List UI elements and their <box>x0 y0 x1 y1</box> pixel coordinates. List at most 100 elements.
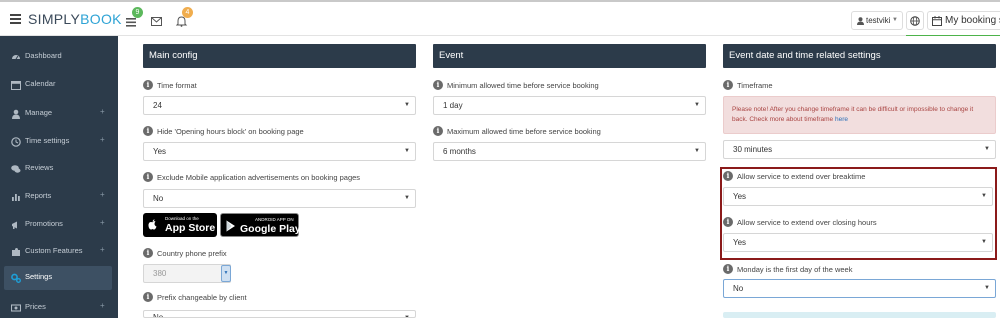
puzzle-icon <box>12 248 20 256</box>
expand-plus-icon[interactable]: + <box>100 107 105 116</box>
sidebar-item-label: Dashboard <box>25 51 62 60</box>
top-bar: SIMPLYBOOK 9 4 testviki ▼ My booking s <box>0 0 1000 39</box>
sidebar-item-reviews[interactable]: Reviews <box>0 157 118 181</box>
info-icon[interactable]: i <box>143 248 153 258</box>
calendar-icon <box>11 81 21 90</box>
time-format-select[interactable]: 24 ▼ <box>143 96 416 115</box>
phone-prefix-input[interactable]: 380 <box>143 264 231 283</box>
event-panel: Event i Minimum allowed time before servi… <box>433 44 706 161</box>
expand-plus-icon[interactable]: + <box>100 245 105 254</box>
sidebar-item-custom-features[interactable]: Custom Features + <box>0 240 118 264</box>
chevron-down-icon: ▼ <box>404 195 410 201</box>
app-store-small-text: Download on the <box>165 216 199 221</box>
notice-text: Please note! After you change timeframe … <box>732 106 974 123</box>
sidebar-item-label: Reports <box>25 191 52 200</box>
gears-icon <box>11 273 21 283</box>
user-menu-button[interactable]: testviki ▼ <box>851 11 903 30</box>
sidebar-item-promotions[interactable]: Promotions + <box>0 213 118 237</box>
sidebar-item-reports[interactable]: Reports + <box>0 185 118 209</box>
min-time-select[interactable]: 1 day ▼ <box>433 96 706 115</box>
chevron-down-icon: ▼ <box>694 148 700 154</box>
min-time-label: i Minimum allowed time before service boo… <box>433 80 599 90</box>
tasks-button[interactable]: 9 <box>126 7 143 27</box>
user-icon <box>12 109 20 119</box>
timeframe-select[interactable]: 30 minutes ▼ <box>723 140 996 159</box>
chevron-down-icon: ▼ <box>981 239 987 245</box>
sidebar-item-label: Reviews <box>25 163 54 172</box>
hamburger-menu-icon[interactable] <box>10 14 21 24</box>
prefix-changeable-label: i Prefix changeable by client <box>143 292 247 302</box>
breaktime-label: i Allow service to extend over breaktime <box>723 171 865 181</box>
hide-opening-hours-select[interactable]: Yes ▼ <box>143 142 416 161</box>
monday-first-label: i Monday is the first day of the week <box>723 264 852 274</box>
chevron-down-icon: ▼ <box>404 315 410 318</box>
event-date-time-panel: Event date and time related settings i Ti… <box>720 44 997 318</box>
money-icon <box>11 304 21 312</box>
info-icon[interactable]: i <box>433 80 443 90</box>
closing-hours-select[interactable]: Yes ▼ <box>723 233 993 252</box>
notifications-button[interactable]: 4 <box>175 7 193 27</box>
clock-icon <box>11 137 21 147</box>
expand-plus-icon[interactable]: + <box>100 218 105 227</box>
info-icon[interactable]: i <box>143 126 153 136</box>
exclude-mobile-ads-select[interactable]: No ▼ <box>143 189 416 208</box>
sidebar-item-label: Calendar <box>25 79 56 88</box>
panel-title: Main config <box>143 44 416 68</box>
info-icon[interactable]: i <box>143 80 153 90</box>
panel-title: Event <box>433 44 706 68</box>
info-icon[interactable]: i <box>143 292 153 302</box>
chevron-down-icon: ▼ <box>694 102 700 108</box>
info-icon[interactable]: i <box>433 126 443 136</box>
panel-title: Event date and time related settings <box>723 44 996 68</box>
globe-icon <box>910 16 920 26</box>
messages-button[interactable] <box>151 14 163 26</box>
sidebar-item-time-settings[interactable]: Time settings + <box>0 130 118 154</box>
main-config-panel: Main config i Time format 24 ▼ i Hide 'Open… <box>143 44 416 318</box>
time-format-label: i Time format <box>143 80 197 90</box>
app-store-badge[interactable]: Download on the App Store <box>143 213 217 237</box>
logo-text-book: BOOK <box>80 11 122 27</box>
monday-first-select[interactable]: No ▼ <box>723 279 996 298</box>
sidebar-item-manage[interactable]: Manage + <box>0 102 118 126</box>
user-name: testviki <box>866 16 891 25</box>
max-time-select[interactable]: 6 months ▼ <box>433 142 706 161</box>
info-icon[interactable]: i <box>723 264 733 274</box>
prefix-changeable-select[interactable]: No ▼ <box>143 310 416 318</box>
info-icon[interactable]: i <box>723 171 733 181</box>
sidebar-item-label: Custom Features <box>25 246 83 255</box>
hide-opening-hours-label: i Hide 'Opening hours block' on booking p… <box>143 126 304 136</box>
sidebar-item-calendar[interactable]: Calendar <box>0 73 118 97</box>
max-time-label: i Maximum allowed time before service boo… <box>433 126 601 136</box>
chevron-down-icon: ▼ <box>984 285 990 291</box>
timeframe-warning: Please note! After you change timeframe … <box>723 96 996 134</box>
sidebar-item-dashboard[interactable]: Dashboard <box>0 45 118 69</box>
sidebar-item-label: Promotions <box>25 219 63 228</box>
prefix-dropdown-toggle[interactable]: ▼ <box>221 265 231 282</box>
expand-plus-icon[interactable]: + <box>100 190 105 199</box>
info-icon[interactable]: i <box>723 80 733 90</box>
timeframe-label: i Timeframe <box>723 80 773 90</box>
list-icon <box>126 18 136 27</box>
app-logo[interactable]: SIMPLYBOOK <box>28 11 122 27</box>
sidebar-item-label: Prices <box>25 302 46 311</box>
bullhorn-icon <box>12 221 17 229</box>
sidebar-item-prices[interactable]: Prices + <box>0 296 118 318</box>
info-icon[interactable]: i <box>143 172 153 182</box>
tasks-badge: 9 <box>132 7 143 18</box>
sidebar-item-settings[interactable]: Settings <box>4 266 112 290</box>
google-play-badge[interactable]: ANDROID APP ON Google Play <box>220 213 301 237</box>
expand-plus-icon[interactable]: + <box>100 135 105 144</box>
info-strip <box>723 312 996 318</box>
timeframe-help-link[interactable]: here <box>835 116 848 123</box>
sidebar-item-label: Time settings <box>25 136 70 145</box>
info-icon[interactable]: i <box>723 217 733 227</box>
google-play-icon <box>226 220 235 232</box>
google-play-big-text: Google Play <box>240 223 301 235</box>
calendar-icon <box>932 16 942 26</box>
my-booking-site-button[interactable]: My booking s <box>927 11 1000 30</box>
exclude-mobile-ads-label: i Exclude Mobile application advertisemen… <box>143 172 360 182</box>
expand-plus-icon[interactable]: + <box>100 301 105 310</box>
breaktime-select[interactable]: Yes ▼ <box>723 187 993 206</box>
language-button[interactable] <box>906 11 924 30</box>
app-store-big-text: App Store <box>165 222 216 234</box>
